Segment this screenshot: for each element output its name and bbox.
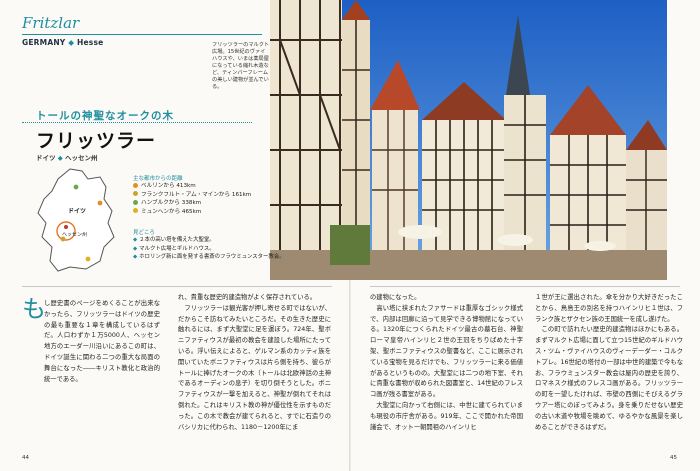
access-item: ベルリンから 413km xyxy=(133,182,251,191)
access-item: ハンブルクから 338km xyxy=(133,199,251,208)
map-country-label: ドイツ xyxy=(68,208,87,215)
market-square-photo xyxy=(270,0,667,280)
photo-caption: フリッツラーのマルクト広場。15世紀のヴァイハウスや、いまは薬局屋になっている縮… xyxy=(212,42,270,90)
munich-marker xyxy=(85,256,91,262)
highlight-item: ◆ ホロリング新に面を発する書斎のフラウミュンスター教会。 xyxy=(133,254,285,260)
body-column-4: １世が王に選出された。傘を分かり大好きだったことから、鳥島王の別名を持つハインリ… xyxy=(535,294,683,431)
country-label: GERMANY xyxy=(22,38,66,47)
diamond-icon: ◆ xyxy=(57,154,63,162)
title-country: ドイツ xyxy=(36,154,56,162)
diamond-icon: ◆ xyxy=(133,237,138,243)
hamburg-marker xyxy=(73,184,79,190)
section-divider xyxy=(22,286,332,287)
diamond-icon: ◆ xyxy=(133,254,138,260)
title-location: ドイツ ◆ ヘッセン州 xyxy=(36,152,98,162)
title-rule xyxy=(22,34,262,35)
germany-outline xyxy=(37,168,115,272)
region-label: Hesse xyxy=(77,38,104,47)
diamond-icon: ◆ xyxy=(133,245,138,252)
drop-cap: も xyxy=(22,295,46,323)
dot-icon xyxy=(133,182,138,188)
body-column-2: れ、貴重な歴史的建造物がよく保存されている。 フリッツラーは観光客が押し寄せる町… xyxy=(178,294,331,431)
page-number-left: 44 xyxy=(22,455,29,461)
article-title: フリッツラー xyxy=(36,130,157,152)
city-title: Fritzlar xyxy=(22,14,80,32)
body-column-3: の建物になった。 高い塔に挟まれたファサードは重厚なゴシック様式で、内部は回廊に… xyxy=(370,294,523,431)
body-column-1: し歴史書のページをめくることが出来なかったら、フリッツラーはドイツの歴史の最も重… xyxy=(44,300,160,383)
fritzlar-marker xyxy=(64,225,68,229)
dot-icon xyxy=(133,199,138,205)
page-number-right: 45 xyxy=(670,455,677,461)
highlight-item: ◆ ２本の高い塔を備えた大聖堂。 xyxy=(133,237,215,243)
subtitle-rule xyxy=(22,122,252,123)
highlights-list: ◆ ２本の高い塔を備えた大聖堂。 ◆ マルクト広場とギルドハウス。 ◆ ホロリング新に… xyxy=(133,236,285,262)
highlight-item: ◆ マルクト広場とギルドハウス。 xyxy=(133,245,215,252)
access-item: ミュンヘンから 465km xyxy=(133,208,251,217)
title-region: ヘッセン州 xyxy=(65,154,98,162)
highlights-heading: 見どころ xyxy=(133,230,155,236)
dot-icon xyxy=(133,191,138,196)
book-spread: Fritzlar GERMANY ◆ Hesse フリッツラーのマルクト広場。1… xyxy=(0,0,700,471)
section-divider xyxy=(370,286,680,287)
access-heading: 主な都市からの距離 xyxy=(133,176,183,182)
map-region-label: ヘッセン州 xyxy=(62,232,88,238)
diamond-icon: ◆ xyxy=(68,38,75,47)
access-list: ベルリンから 413km フランクフルト・アム・マインから 161km ハンブル… xyxy=(133,182,251,216)
region-line: GERMANY ◆ Hesse xyxy=(22,38,103,47)
dot-icon xyxy=(133,208,138,213)
germany-map xyxy=(37,168,115,272)
berlin-marker xyxy=(97,200,103,206)
access-item: フランクフルト・アム・マインから 161km xyxy=(133,191,251,200)
article-subtitle: トールの神聖なオークの木 xyxy=(36,110,174,122)
